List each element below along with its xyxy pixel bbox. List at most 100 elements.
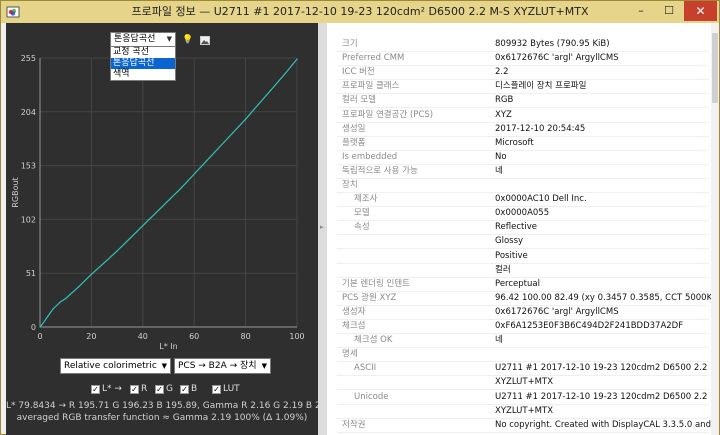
info-key: 프로파일 클래스 bbox=[342, 81, 400, 92]
info-row: Unicode U2711 #1 2017-12-10 19-23 120cdm2… bbox=[327, 390, 711, 404]
info-row: PCS 광원 XYZ 96.42 100.00 82.49 (xy 0.3457 … bbox=[327, 291, 715, 305]
info-row: 크기 809932 Bytes (790.95 KiB) bbox=[327, 37, 711, 51]
info-key: ICC 버전 bbox=[342, 67, 375, 78]
info-key: 생성일 bbox=[342, 123, 366, 134]
transform-direction-select[interactable]: PCS → B2A → 장치 ▼ bbox=[174, 358, 271, 374]
info-value: Microsoft bbox=[495, 137, 534, 148]
close-button[interactable]: ✕ bbox=[684, 1, 717, 21]
curve-readout-line2: averaged RGB transfer function ≈ Gamma 2… bbox=[16, 413, 308, 423]
info-value: 네 bbox=[495, 335, 503, 346]
curve-point bbox=[283, 74, 285, 76]
curve-option-selected[interactable]: 톤응답곡선 bbox=[111, 58, 175, 69]
info-value: 0x0000AC10 Dell Inc. bbox=[495, 194, 587, 205]
info-row: 프로파일 연결공간 (PCS) XYZ bbox=[327, 108, 711, 122]
info-value: 컬러 bbox=[495, 264, 511, 275]
curve-point bbox=[206, 159, 208, 161]
info-row: 기본 렌더링 인텐트 Perceptual bbox=[327, 277, 711, 291]
checkbox-g[interactable]: ✓ G bbox=[155, 384, 173, 395]
image-icon[interactable] bbox=[200, 36, 210, 45]
chevron-right-icon: ▸ bbox=[320, 223, 324, 231]
checkbox-b[interactable]: ✓ B bbox=[180, 384, 197, 395]
panel-splitter[interactable]: ▸ bbox=[318, 23, 327, 435]
info-row: ASCII U2711 #1 2017-12-10 19-23 120cdm2 D… bbox=[327, 361, 711, 375]
curve-point bbox=[193, 173, 195, 175]
info-row: Is embedded No bbox=[327, 150, 711, 164]
curve-option[interactable]: 교정 곡선 bbox=[111, 47, 175, 58]
y-tick-label: 255 bbox=[21, 54, 36, 63]
lightbulb-icon[interactable]: 💡 bbox=[182, 35, 193, 45]
curve-panel: 0 51 102 153 204 255 0 20 40 60 80 100 L* In RGBout 톤… bbox=[6, 23, 335, 435]
info-row: 플랫폼 Microsoft bbox=[327, 136, 711, 150]
curve-point bbox=[39, 326, 41, 328]
scrollbar[interactable] bbox=[711, 23, 719, 435]
checkbox-lut[interactable]: ✓ LUT bbox=[212, 384, 240, 395]
info-row: 저작권 No copyright. Created with DisplayCAL… bbox=[327, 418, 711, 432]
info-value: Positive bbox=[495, 250, 528, 261]
curve-point bbox=[219, 146, 221, 148]
info-row: 장치 bbox=[327, 178, 711, 192]
curve-point bbox=[65, 297, 67, 300]
checkbox-r[interactable]: ✓ R bbox=[130, 384, 147, 395]
rendering-intent-value: Relative colorimetric bbox=[64, 361, 157, 371]
info-key: 플랫폼 bbox=[342, 137, 366, 148]
info-key: 속성 bbox=[354, 222, 370, 233]
profile-info-window: 프로파일 정보 — U2711 #1 2017-12-10 19-23 120c… bbox=[0, 0, 720, 435]
check-icon: ✓ bbox=[91, 385, 100, 394]
info-key: Unicode bbox=[354, 391, 389, 402]
rendering-intent-select[interactable]: Relative colorimetric ▼ bbox=[60, 358, 171, 374]
x-tick-label: 20 bbox=[86, 332, 96, 341]
y-axis-label: RGBout bbox=[11, 177, 20, 207]
y-tick-label: 102 bbox=[21, 215, 36, 224]
info-key: 명세 bbox=[342, 349, 358, 360]
curve-point bbox=[232, 132, 234, 134]
curve-point bbox=[52, 308, 54, 310]
curve-point bbox=[77, 286, 80, 288]
minimize-button[interactable]: – bbox=[628, 1, 654, 21]
info-row: 속성 Reflective bbox=[327, 220, 711, 234]
info-key: 모델 bbox=[354, 208, 370, 219]
info-row: 독립적으로 사용 가능 네 bbox=[327, 164, 711, 178]
scrollbar-thumb[interactable] bbox=[712, 33, 718, 103]
profile-info-table: 크기 809932 Bytes (790.95 KiB) Preferred CMM… bbox=[327, 23, 719, 435]
curve-type-select[interactable]: 톤응답곡선 ▼ bbox=[110, 32, 176, 47]
x-tick-label: 40 bbox=[138, 332, 148, 341]
curve-point bbox=[180, 187, 182, 189]
curve-point bbox=[59, 301, 62, 303]
check-icon: ✓ bbox=[130, 385, 139, 394]
info-row: 생성자 0x6172676C 'argl' ArgyllCMS bbox=[327, 305, 711, 319]
transform-direction-value: PCS → B2A → 장치 bbox=[178, 361, 257, 371]
curve-point bbox=[257, 103, 260, 106]
x-axis-label: L* In bbox=[159, 342, 177, 351]
info-row: 생성일 2017-12-10 20:54:45 bbox=[327, 122, 711, 136]
y-tick-label: 51 bbox=[26, 269, 36, 278]
info-key: 장치 bbox=[342, 180, 358, 190]
title-bar[interactable]: 프로파일 정보 — U2711 #1 2017-12-10 19-23 120c… bbox=[1, 1, 719, 23]
maximize-button[interactable]: ☐ bbox=[656, 1, 682, 21]
info-value: RGB bbox=[495, 95, 514, 106]
y-tick-label: 0 bbox=[31, 323, 36, 332]
curve-point bbox=[103, 262, 105, 264]
info-value: 0x6172676C 'argl' ArgyllCMS bbox=[495, 306, 619, 317]
curve-point bbox=[90, 273, 92, 275]
curve-point bbox=[167, 199, 170, 202]
info-value: 네 bbox=[495, 165, 503, 176]
info-value: 0x6172676C 'argl' ArgyllCMS bbox=[495, 53, 619, 64]
info-key: 생성자 bbox=[342, 306, 366, 317]
info-key: 독립적으로 사용 가능 bbox=[342, 165, 418, 176]
curve-type-dropdown[interactable]: 교정 곡선 톤응답곡선 색역 bbox=[110, 46, 176, 81]
curve-point bbox=[129, 237, 131, 239]
x-tick-label: 100 bbox=[289, 332, 304, 341]
check-icon: ✓ bbox=[180, 385, 189, 394]
info-key: 체크섬 bbox=[342, 321, 366, 331]
checkbox-lstar[interactable]: ✓ L* → bbox=[91, 384, 122, 395]
info-row: 명세 bbox=[327, 347, 711, 361]
info-value: XYZLUT+MTX bbox=[495, 405, 554, 416]
info-value: 809932 Bytes (790.95 KiB) bbox=[495, 39, 610, 49]
info-value: 디스플레이 장치 프로파일 bbox=[495, 81, 587, 92]
chevron-down-icon: ▼ bbox=[161, 362, 167, 370]
info-value: U2711 #1 2017-12-10 19-23 120cdm2 D6500 … bbox=[495, 391, 708, 402]
curve-option[interactable]: 색역 bbox=[111, 69, 175, 80]
curve-readout-line1: L* 79.8434 → R 195.71 G 196.23 B 195.89,… bbox=[6, 401, 335, 411]
info-row: 체크섬 0xF6A1253E0F3B6C494D2F241BDD37A2DF bbox=[327, 319, 711, 333]
info-value: No bbox=[495, 151, 507, 162]
